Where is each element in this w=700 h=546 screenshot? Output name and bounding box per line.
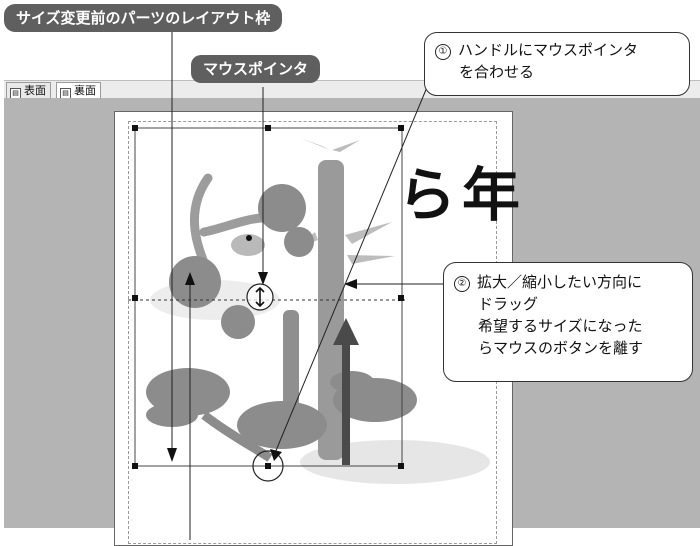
callout-layout-frame: サイズ変更前のパーツのレイアウト枠: [4, 4, 283, 32]
step2-line2: ドラッグ: [478, 295, 539, 313]
step2-line4: らマウスのボタンを離す: [478, 339, 644, 357]
step2-number: ②: [454, 276, 470, 292]
callout-step1: ① ハンドルにマウスポインタ を合わせる: [424, 32, 690, 96]
calligraphy-text: ら年: [398, 161, 527, 229]
step2-line1: 拡大／縮小したい方向に: [477, 273, 643, 291]
step1-line2: を合わせる: [459, 63, 535, 81]
drag-arrow-shaft: [342, 340, 350, 465]
callout-mouse-pointer: マウスポインタ: [191, 55, 321, 83]
bird-eye: [246, 235, 252, 241]
step2-line3: 希望するサイズになった: [478, 317, 643, 335]
callout-step2: ② 拡大／縮小したい方向に ドラッグ 希望するサイズになった らマウスのボタンを離…: [443, 262, 693, 382]
step1-line1: ハンドルにマウスポインタ: [458, 41, 639, 59]
step1-number: ①: [435, 44, 451, 60]
